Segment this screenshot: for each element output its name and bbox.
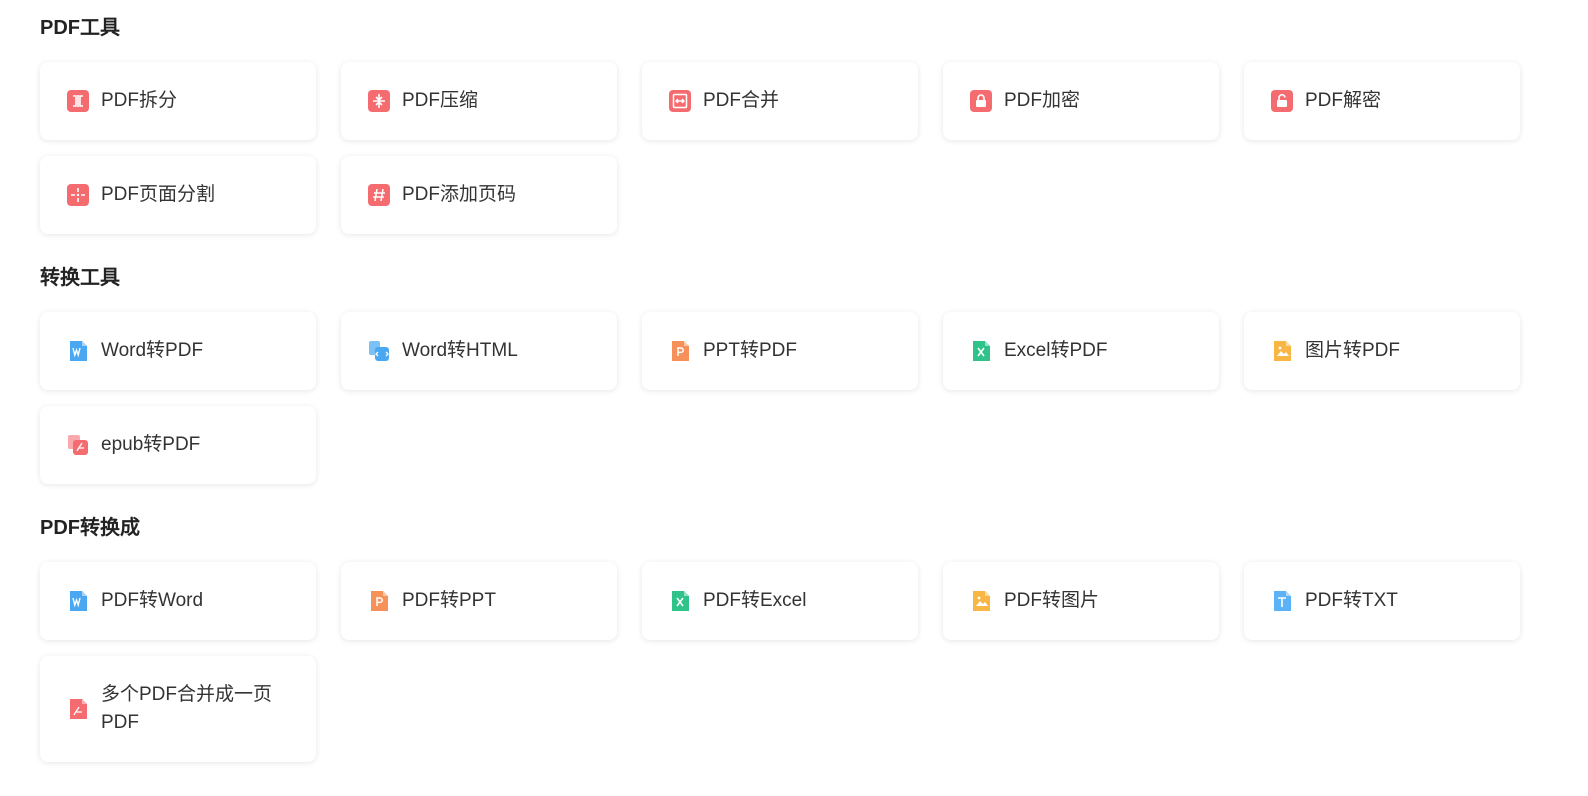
image-doc-icon: [970, 590, 992, 612]
tool-card-pdf-compress[interactable]: PDF压缩: [341, 62, 617, 140]
tool-label: PDF加密: [1004, 90, 1081, 111]
tool-card-pdf-split[interactable]: PDF拆分: [40, 62, 316, 140]
tool-label: PDF转TXT: [1305, 590, 1398, 611]
pdf-split-icon: [67, 90, 89, 112]
tool-card-excel-to-pdf[interactable]: Excel转PDF: [943, 312, 1219, 390]
txt-doc-icon: [1271, 590, 1293, 612]
page-split-icon: [67, 184, 89, 206]
tool-card-pdf-to-word[interactable]: PDF转Word: [40, 562, 316, 640]
tools-page: PDF工具 PDF拆分 PDF压缩 PDF合并 PDF加密 PDF解密 PDF页…: [0, 0, 1588, 796]
tool-label: epub转PDF: [101, 434, 201, 455]
hash-icon: [368, 184, 390, 206]
tool-card-image-to-pdf[interactable]: 图片转PDF: [1244, 312, 1520, 390]
pdf-file-icon: [67, 698, 89, 720]
ppt-doc-icon: [368, 590, 390, 612]
tool-card-pdf-decrypt[interactable]: PDF解密: [1244, 62, 1520, 140]
tool-label: 图片转PDF: [1305, 340, 1401, 361]
tool-card-pdf-page-split[interactable]: PDF页面分割: [40, 156, 316, 234]
lock-icon: [970, 90, 992, 112]
section-pdf-tools: PDF工具 PDF拆分 PDF压缩 PDF合并 PDF加密 PDF解密 PDF页…: [40, 16, 1540, 246]
image-doc-icon: [1271, 340, 1293, 362]
tool-label: PDF转Excel: [703, 590, 807, 611]
tool-card-word-to-pdf[interactable]: Word转PDF: [40, 312, 316, 390]
tool-card-merge-multi-pdf-one-page[interactable]: 多个PDF合并成一页PDF: [40, 656, 316, 762]
tool-label: PDF添加页码: [402, 184, 517, 205]
section-title: 转换工具: [40, 267, 120, 289]
excel-doc-icon: [669, 590, 691, 612]
epub-pdf-icon: [67, 434, 89, 456]
tool-label: PDF压缩: [402, 90, 479, 111]
tool-label: PDF转图片: [1004, 590, 1100, 611]
tool-label: PDF转PPT: [402, 590, 496, 611]
tool-card-word-to-html[interactable]: Word转HTML: [341, 312, 617, 390]
tool-card-pdf-to-txt[interactable]: PDF转TXT: [1244, 562, 1520, 640]
tool-card-pdf-page-number[interactable]: PDF添加页码: [341, 156, 617, 234]
tool-card-pdf-encrypt[interactable]: PDF加密: [943, 62, 1219, 140]
word-html-icon: [368, 340, 390, 362]
pdf-compress-icon: [368, 90, 390, 112]
tool-card-pdf-merge[interactable]: PDF合并: [642, 62, 918, 140]
tool-label: PDF转Word: [101, 590, 204, 611]
unlock-icon: [1271, 90, 1293, 112]
tool-label: PDF解密: [1305, 90, 1382, 111]
tool-label: Excel转PDF: [1004, 340, 1108, 361]
ppt-doc-icon: [669, 340, 691, 362]
tool-card-epub-to-pdf[interactable]: epub转PDF: [40, 406, 316, 484]
tool-card-ppt-to-pdf[interactable]: PPT转PDF: [642, 312, 918, 390]
excel-doc-icon: [970, 340, 992, 362]
tool-card-pdf-to-excel[interactable]: PDF转Excel: [642, 562, 918, 640]
tool-label: Word转PDF: [101, 340, 204, 361]
tool-card-pdf-to-image[interactable]: PDF转图片: [943, 562, 1219, 640]
tool-label: Word转HTML: [402, 340, 518, 361]
section-convert-tools: 转换工具 Word转PDF Word转HTML PPT转PDF Excel转PD…: [40, 266, 1540, 496]
tool-card-pdf-to-ppt[interactable]: PDF转PPT: [341, 562, 617, 640]
pdf-merge-icon: [669, 90, 691, 112]
section-title: PDF转换成: [40, 517, 140, 539]
section-pdf-convert-to: PDF转换成 PDF转Word PDF转PPT PDF转Excel PDF转图片: [40, 516, 1540, 776]
tool-label: PDF合并: [703, 90, 780, 111]
tool-label: PDF页面分割: [101, 184, 216, 205]
word-doc-icon: [67, 590, 89, 612]
section-title: PDF工具: [40, 17, 120, 39]
tool-label: 多个PDF合并成一页PDF: [101, 684, 273, 733]
tool-label: PDF拆分: [101, 90, 178, 111]
word-doc-icon: [67, 340, 89, 362]
tool-label: PPT转PDF: [703, 340, 797, 361]
